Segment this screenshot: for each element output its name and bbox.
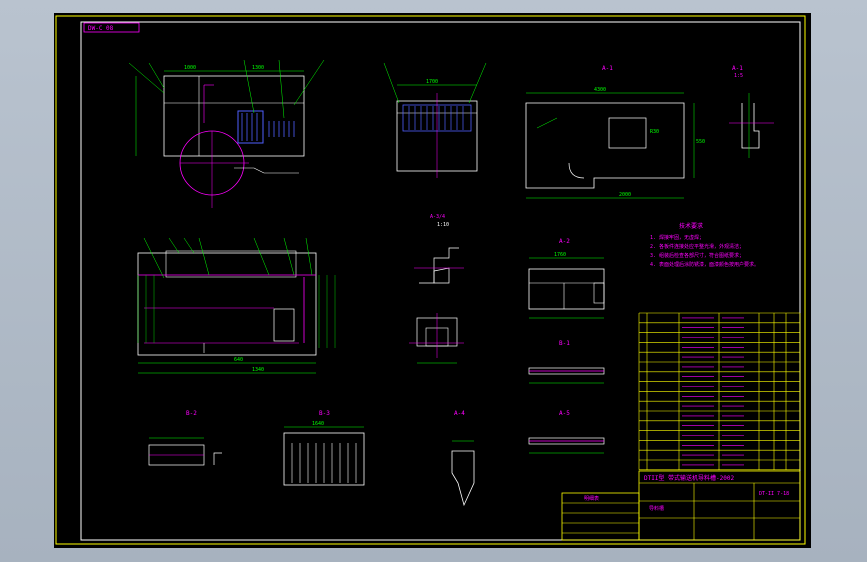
- title-block-title: DTII型 带式输送机导料槽-2002: [644, 474, 735, 482]
- title-block-drawing-no: DT-II 7-18: [759, 491, 789, 497]
- view-a1: A-1 4300 2000 550 R30: [525, 65, 705, 199]
- view-b4-label: A-4: [454, 410, 465, 417]
- dim-mid-bottom2: 640: [234, 357, 243, 363]
- dim-inner-top: 1300: [252, 65, 264, 71]
- view-b3: B-3 1640: [283, 410, 365, 486]
- note-line-1: 1. 焊接牢固，无虚焊；: [650, 234, 704, 241]
- view-side-top: 1700: [383, 62, 487, 178]
- dim-side-top: 1700: [426, 79, 438, 85]
- view-a5: A-5: [528, 410, 605, 454]
- view-mid-small: A-3/4 1:10: [409, 214, 464, 364]
- view-a2: A-2 1760: [528, 238, 605, 319]
- inner-border: [80, 21, 801, 541]
- technical-notes: 技术要求 1. 焊接牢固，无虚焊； 2. 各板件连接处应平整光滑，外观清洁； 3…: [650, 222, 759, 268]
- dim-a1-radius: R30: [650, 129, 659, 135]
- dim-mid-bottom: 1340: [252, 367, 264, 373]
- dim-width-top: 1000: [184, 65, 196, 71]
- view-front-mid: 1340 640: [137, 237, 336, 374]
- dim-b3-width: 1640: [312, 421, 324, 427]
- view-a1-detail-scale: 1:5: [734, 73, 743, 79]
- dim-a1-bottom: 2000: [619, 192, 631, 198]
- dim-a1-width: 4300: [594, 87, 606, 93]
- note-line-2: 2. 各板件连接处应平整光滑，外观清洁；: [650, 243, 744, 250]
- view-b1: B-1: [528, 340, 605, 384]
- stamp-label: DW-C 08: [88, 25, 114, 32]
- view-b1-label: B-1: [559, 340, 570, 347]
- view-a1-label: A-1: [602, 65, 613, 72]
- dim-a2-width: 1760: [554, 252, 566, 258]
- view-b2-label: B-2: [186, 410, 197, 417]
- view-b2: B-2: [148, 410, 222, 466]
- title-block-name: 导料槽: [649, 505, 664, 512]
- drawing-viewport[interactable]: DW-C 08 1000 1300 1700 A-1 4300 2000 550…: [54, 13, 811, 548]
- dim-a1-height: 550: [696, 139, 705, 145]
- cad-drawing: DW-C 08 1000 1300 1700 A-1 4300 2000 550…: [55, 15, 806, 545]
- view-a1-detail: A-1 1:5: [729, 65, 774, 158]
- view-front-top: 1000 1300: [128, 59, 325, 208]
- view-b3-label: B-3: [319, 410, 330, 417]
- notes-heading: 技术要求: [679, 222, 703, 230]
- view-a1-detail-label: A-1: [732, 65, 743, 72]
- view-mid-scale: 1:10: [437, 222, 449, 228]
- note-line-3: 3. 组装后检查各部尺寸，符合图纸要求；: [650, 252, 744, 259]
- view-b4: A-4: [451, 410, 475, 507]
- parts-list: [638, 312, 801, 471]
- title-block: DTII型 带式输送机导料槽-2002 DT-II 7-18 导料槽 明细表: [561, 470, 801, 541]
- view-a5-label: A-5: [559, 410, 570, 417]
- title-block-left-heading: 明细表: [584, 495, 599, 502]
- note-line-4: 4. 表面处理后涂防锈漆，面漆颜色按用户要求。: [650, 261, 759, 268]
- view-mid-label: A-3/4: [430, 214, 445, 220]
- view-a2-label: A-2: [559, 238, 570, 245]
